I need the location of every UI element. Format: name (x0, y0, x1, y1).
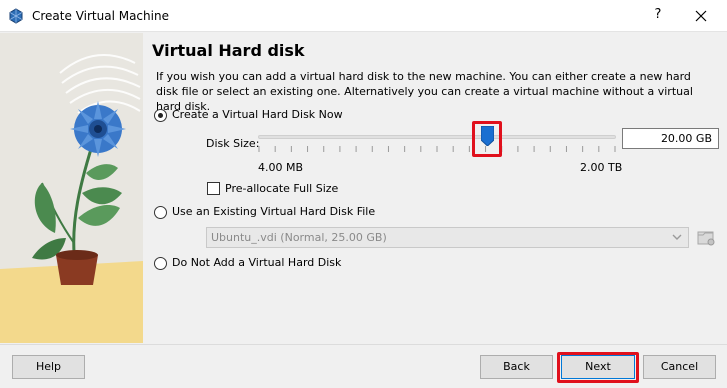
preallocate-checkbox[interactable] (207, 182, 220, 195)
disk-size-min-label: 4.00 MB (258, 161, 304, 174)
help-button[interactable]: Help (12, 355, 85, 379)
disk-size-input[interactable]: 20.00 GB (622, 128, 719, 149)
help-question-icon[interactable]: ? (651, 7, 665, 22)
slider-ticks (258, 146, 616, 152)
title-bar: Create Virtual Machine ? (0, 0, 727, 32)
use-existing-label[interactable]: Use an Existing Virtual Hard Disk File (172, 205, 375, 218)
no-disk-radio[interactable] (154, 257, 167, 270)
disk-size-max-label: 2.00 TB (580, 161, 623, 174)
next-highlight-box (557, 352, 639, 383)
create-disk-label[interactable]: Create a Virtual Hard Disk Now (172, 108, 343, 121)
cancel-button[interactable]: Cancel (643, 355, 716, 379)
create-disk-radio[interactable] (154, 109, 167, 122)
close-icon[interactable] (690, 5, 712, 27)
chevron-down-icon (672, 234, 682, 240)
wizard-content: Virtual Hard disk If you wish you can ad… (0, 33, 727, 343)
disk-size-slider-track[interactable] (258, 135, 616, 139)
window-title: Create Virtual Machine (32, 9, 169, 23)
choose-disk-file-icon[interactable] (695, 227, 717, 248)
disk-size-label: Disk Size: (206, 137, 260, 150)
virtualbox-icon (9, 8, 23, 24)
plant-illustration (0, 33, 143, 343)
page-heading: Virtual Hard disk (152, 41, 305, 60)
preallocate-label[interactable]: Pre-allocate Full Size (225, 182, 338, 195)
slider-highlight-box (472, 121, 502, 157)
existing-disk-select[interactable]: Ubuntu_.vdi (Normal, 25.00 GB) (206, 227, 689, 248)
use-existing-radio[interactable] (154, 206, 167, 219)
back-button[interactable]: Back (480, 355, 553, 379)
no-disk-label[interactable]: Do Not Add a Virtual Hard Disk (172, 256, 341, 269)
existing-disk-value: Ubuntu_.vdi (Normal, 25.00 GB) (211, 231, 387, 244)
